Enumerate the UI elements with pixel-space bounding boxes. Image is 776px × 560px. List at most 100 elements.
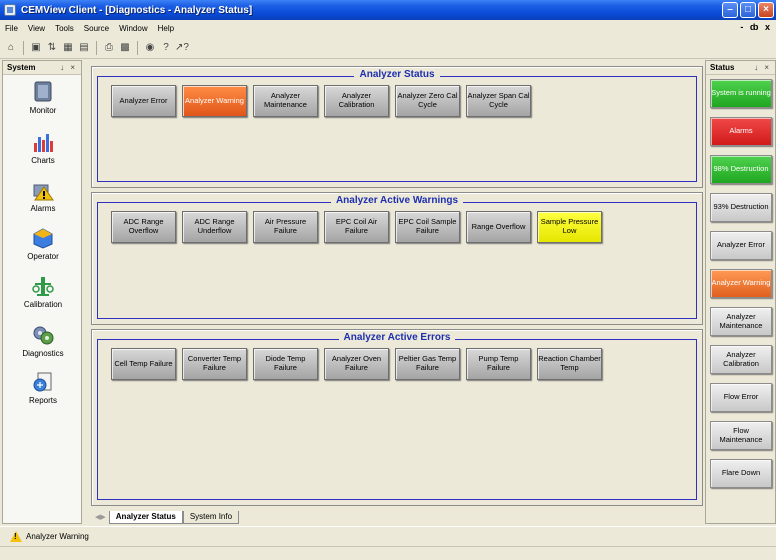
group-title: Analyzer Active Warnings	[330, 195, 464, 206]
menu-window[interactable]: Window	[114, 24, 152, 33]
alarms-icon	[33, 184, 54, 201]
operator-icon	[33, 228, 53, 249]
tab-analyzer-status[interactable]: Analyzer Status	[108, 511, 183, 524]
chart-icon[interactable]: ▩	[118, 41, 132, 55]
sort-icon[interactable]: ⇅	[45, 41, 59, 55]
nav-label: Diagnostics	[22, 349, 64, 358]
group-active-warnings: Analyzer Active Warnings ADC Range Overf…	[91, 192, 703, 325]
status-analyzer-calibration[interactable]: Analyzer Calibration	[710, 345, 772, 374]
status-93-destruction[interactable]: 93% Destruction	[710, 193, 772, 222]
tab-scroll-arrows[interactable]: ◀▶	[95, 513, 106, 521]
nav-diagnostics[interactable]: Diagnostics	[3, 324, 83, 358]
indicator-reaction-chamber-temp[interactable]: Reaction Chamber Temp	[537, 348, 602, 380]
indicator-epc-coil-sample-failure[interactable]: EPC Coil Sample Failure	[395, 211, 460, 243]
tab-system-info[interactable]: System Info	[182, 511, 240, 524]
status-analyzer-warning[interactable]: Analyzer Warning	[710, 269, 772, 298]
menu-view[interactable]: View	[23, 24, 50, 33]
toolbar-separator	[23, 40, 24, 55]
maximize-button[interactable]: □	[740, 2, 756, 18]
mdi-controls[interactable]: - ȸ x	[740, 22, 772, 32]
app-icon	[4, 4, 16, 16]
nav-charts[interactable]: Charts	[3, 131, 83, 165]
status-panel-title: Status	[710, 63, 735, 72]
indicator-analyzer-error[interactable]: Analyzer Error	[111, 85, 176, 117]
status-flow-error[interactable]: Flow Error	[710, 383, 772, 412]
indicator-adc-range-underflow[interactable]: ADC Range Underflow	[182, 211, 247, 243]
indicator-row: ADC Range Overflow ADC Range Underflow A…	[111, 211, 602, 243]
nav-label: Calibration	[23, 300, 63, 309]
printer-icon[interactable]: ⎙	[102, 41, 116, 55]
system-panel: System ↓ × Monitor Charts Alarms Operato…	[2, 60, 82, 524]
menu-file[interactable]: File	[0, 24, 23, 33]
window-title: CEMView Client - [Diagnostics - Analyzer…	[21, 4, 253, 16]
indicator-range-overflow[interactable]: Range Overflow	[466, 211, 531, 243]
window-icon[interactable]: ▣	[29, 41, 43, 55]
status-98-destruction[interactable]: 98% Destruction	[710, 155, 772, 184]
group-active-errors: Analyzer Active Errors Cell Temp Failure…	[91, 329, 703, 506]
indicator-analyzer-calibration[interactable]: Analyzer Calibration	[324, 85, 389, 117]
indicator-zero-cal-cycle[interactable]: Analyzer Zero Cal Cycle	[395, 85, 460, 117]
indicator-analyzer-warning[interactable]: Analyzer Warning	[182, 85, 247, 117]
title-bar[interactable]: CEMView Client - [Diagnostics - Analyzer…	[0, 0, 776, 20]
nav-label: Reports	[28, 396, 57, 405]
main-content: Analyzer Status Analyzer Error Analyzer …	[89, 62, 703, 508]
charts-icon	[34, 134, 53, 152]
grid-alt-icon[interactable]: ▤	[77, 41, 91, 55]
group-title: Analyzer Status	[354, 69, 440, 80]
menu-bar: File View Tools Source Window Help - ȸ x	[0, 20, 776, 37]
reports-icon	[33, 372, 52, 392]
menu-help[interactable]: Help	[153, 24, 179, 33]
nav-operator[interactable]: Operator	[3, 227, 83, 261]
binoculars-icon[interactable]: ◉	[143, 41, 157, 55]
nav-label: Charts	[31, 156, 55, 165]
nav-calibration[interactable]: Calibration	[3, 275, 83, 309]
toolbar-separator	[96, 40, 97, 55]
status-flow-maintenance[interactable]: Flow Maintenance	[710, 421, 772, 450]
indicator-pump-temp-failure[interactable]: Pump Temp Failure	[466, 348, 531, 380]
grid-icon[interactable]: ▦	[61, 41, 75, 55]
bottom-strip	[0, 546, 776, 560]
indicator-row: Cell Temp Failure Converter Temp Failure…	[111, 348, 602, 380]
indicator-peltier-gas-temp-failure[interactable]: Peltier Gas Temp Failure	[395, 348, 460, 380]
status-bar: Analyzer Warning	[0, 526, 776, 546]
panel-pin-close[interactable]: ↓ ×	[60, 63, 77, 72]
indicator-analyzer-maintenance[interactable]: Analyzer Maintenance	[253, 85, 318, 117]
status-message: Analyzer Warning	[26, 532, 89, 541]
indicator-sample-pressure-low[interactable]: Sample Pressure Low	[537, 211, 602, 243]
system-panel-header: System ↓ ×	[3, 61, 81, 75]
whats-this-icon[interactable]: ↗?	[175, 41, 189, 55]
indicator-epc-coil-air-failure[interactable]: EPC Coil Air Failure	[324, 211, 389, 243]
document-tabs: ◀▶ Analyzer Status System Info	[89, 508, 703, 524]
indicator-cell-temp-failure[interactable]: Cell Temp Failure	[111, 348, 176, 380]
system-panel-title: System	[7, 63, 36, 72]
menu-tools[interactable]: Tools	[50, 24, 79, 33]
minimize-button[interactable]: –	[722, 2, 738, 18]
toolbar-separator	[137, 40, 138, 55]
indicator-diode-temp-failure[interactable]: Diode Temp Failure	[253, 348, 318, 380]
nav-reports[interactable]: Reports	[3, 371, 83, 405]
warning-icon	[10, 531, 22, 542]
toolbar: ⌂ ▣ ⇅ ▦ ▤ ⎙ ▩ ◉ ? ↗?	[0, 37, 776, 59]
status-system-running[interactable]: System is running	[710, 79, 772, 108]
indicator-adc-range-overflow[interactable]: ADC Range Overflow	[111, 211, 176, 243]
nav-monitor[interactable]: Monitor	[3, 81, 83, 115]
indicator-analyzer-oven-failure[interactable]: Analyzer Oven Failure	[324, 348, 389, 380]
diagnostics-icon	[33, 326, 54, 345]
status-alarms[interactable]: Alarms	[710, 117, 772, 146]
indicator-span-cal-cycle[interactable]: Analyzer Span Cal Cycle	[466, 85, 531, 117]
indicator-row: Analyzer Error Analyzer Warning Analyzer…	[111, 85, 531, 117]
nav-label: Operator	[27, 252, 59, 261]
indicator-air-pressure-failure[interactable]: Air Pressure Failure	[253, 211, 318, 243]
nav-alarms[interactable]: Alarms	[3, 179, 83, 213]
indicator-converter-temp-failure[interactable]: Converter Temp Failure	[182, 348, 247, 380]
status-analyzer-maintenance[interactable]: Analyzer Maintenance	[710, 307, 772, 336]
status-analyzer-error[interactable]: Analyzer Error	[710, 231, 772, 260]
menu-source[interactable]: Source	[79, 24, 114, 33]
help-icon[interactable]: ?	[159, 41, 173, 55]
panel-pin-close[interactable]: ↓ ×	[754, 63, 771, 72]
status-flare-down[interactable]: Flare Down	[710, 459, 772, 488]
close-button[interactable]: ×	[758, 2, 774, 18]
home-icon[interactable]: ⌂	[4, 41, 18, 55]
nav-label: Alarms	[30, 204, 56, 213]
status-panel: Status ↓ × System is running Alarms 98% …	[705, 60, 776, 524]
